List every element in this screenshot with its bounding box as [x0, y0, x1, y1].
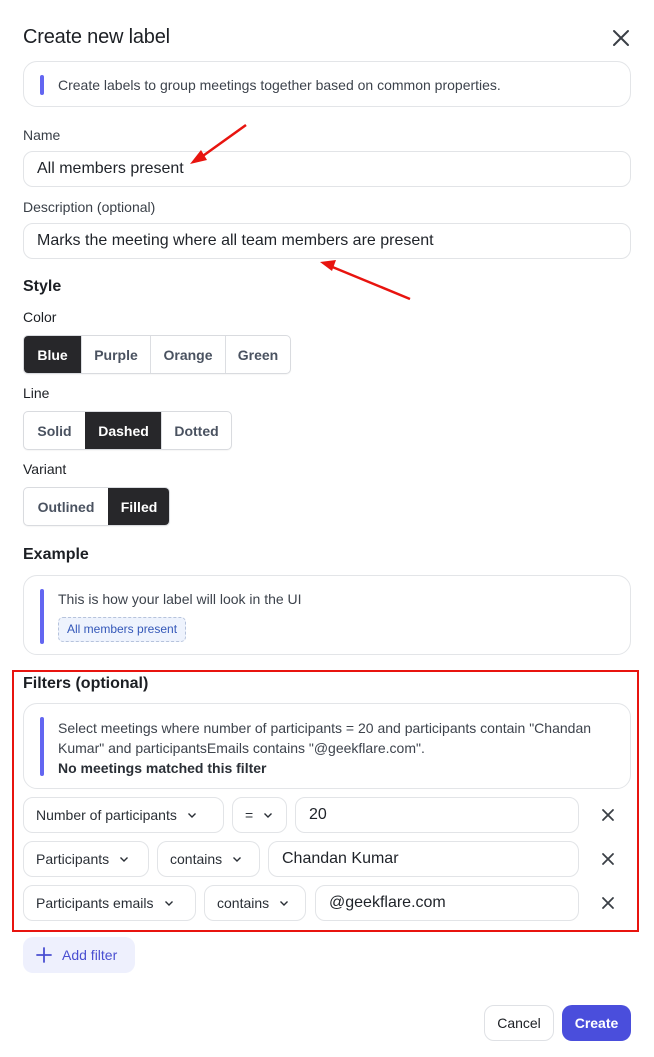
- filter-field-value: Number of participants: [36, 807, 177, 823]
- chevron-down-icon: [264, 813, 273, 818]
- example-text: This is how your label will look in the …: [58, 591, 302, 607]
- line-option-solid[interactable]: Solid: [24, 412, 85, 449]
- callout-accent-bar: [40, 589, 44, 644]
- filter-field-select[interactable]: Participants: [23, 841, 149, 877]
- line-label: Line: [23, 385, 50, 401]
- filter-operator-select[interactable]: contains: [157, 841, 260, 877]
- filter-summary-text: Select meetings where number of particip…: [58, 720, 592, 756]
- color-option-purple[interactable]: Purple: [81, 336, 150, 373]
- variant-segmented-control: Outlined Filled: [23, 487, 170, 526]
- description-label: Description (optional): [23, 199, 156, 215]
- example-heading: Example: [23, 546, 89, 563]
- line-option-dashed[interactable]: Dashed: [85, 412, 161, 449]
- example-callout: This is how your label will look in the …: [23, 575, 631, 655]
- remove-filter-icon[interactable]: [600, 807, 616, 823]
- color-label: Color: [23, 309, 57, 325]
- variant-option-outlined[interactable]: Outlined: [24, 488, 108, 525]
- style-heading: Style: [23, 278, 62, 295]
- callout-accent-bar: [40, 75, 44, 95]
- close-icon[interactable]: [610, 27, 632, 49]
- filter-field-value: Participants: [36, 851, 110, 867]
- filter-field-select[interactable]: Participants emails: [23, 885, 196, 921]
- dialog-title: Create new label: [23, 26, 170, 48]
- color-option-blue[interactable]: Blue: [24, 336, 81, 373]
- chevron-down-icon: [187, 813, 196, 818]
- variant-label: Variant: [23, 461, 67, 477]
- chevron-down-icon: [233, 857, 242, 862]
- color-segmented-control: Blue Purple Orange Green: [23, 335, 291, 374]
- color-option-orange[interactable]: Orange: [150, 336, 225, 373]
- callout-accent-bar: [40, 717, 44, 776]
- filter-value-input[interactable]: 20: [295, 797, 579, 833]
- label-preview-chip: All members present: [58, 617, 187, 642]
- chevron-down-icon: [164, 901, 173, 906]
- variant-option-filled[interactable]: Filled: [108, 488, 169, 525]
- filter-field-value: Participants emails: [36, 895, 154, 911]
- filter-match-status: No meetings matched this filter: [58, 760, 267, 776]
- filter-operator-select[interactable]: contains: [204, 885, 306, 921]
- filter-value-input[interactable]: @geekflare.com: [315, 885, 579, 921]
- annotation-arrow-description: [320, 260, 411, 301]
- info-callout: Create labels to group meetings together…: [23, 61, 631, 107]
- filter-row: Participants contains Chandan Kumar: [23, 841, 631, 877]
- color-option-green[interactable]: Green: [225, 336, 290, 373]
- filter-operator-select[interactable]: =: [232, 797, 287, 833]
- filter-operator-value: contains: [217, 895, 270, 911]
- filter-value-input[interactable]: Chandan Kumar: [268, 841, 579, 877]
- description-input[interactable]: Marks the meeting where all team members…: [23, 223, 631, 259]
- chevron-down-icon: [120, 857, 129, 862]
- chevron-down-icon: [280, 901, 289, 906]
- filter-row: Participants emails contains @geekflare.…: [23, 885, 631, 921]
- cancel-button[interactable]: Cancel: [484, 1005, 554, 1041]
- filter-summary-callout: Select meetings where number of particip…: [23, 703, 631, 789]
- filters-heading: Filters (optional): [23, 675, 149, 692]
- filter-row: Number of participants = 20: [23, 797, 631, 833]
- add-filter-label: Add filter: [62, 947, 118, 963]
- name-input[interactable]: All members present: [23, 151, 631, 187]
- line-segmented-control: Solid Dashed Dotted: [23, 411, 232, 450]
- name-label: Name: [23, 127, 61, 143]
- plus-icon: [36, 947, 52, 963]
- info-text: Create labels to group meetings together…: [58, 77, 501, 93]
- remove-filter-icon[interactable]: [600, 851, 616, 867]
- create-button[interactable]: Create: [562, 1005, 631, 1041]
- remove-filter-icon[interactable]: [600, 895, 616, 911]
- add-filter-button[interactable]: Add filter: [23, 937, 135, 973]
- line-option-dotted[interactable]: Dotted: [161, 412, 231, 449]
- filter-operator-value: contains: [170, 851, 223, 867]
- filter-operator-value: =: [245, 807, 254, 823]
- filter-field-select[interactable]: Number of participants: [23, 797, 224, 833]
